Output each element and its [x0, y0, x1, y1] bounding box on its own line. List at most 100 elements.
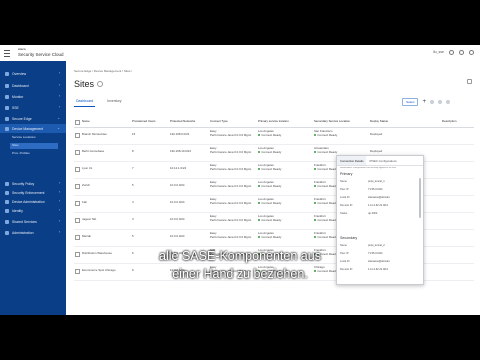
status-badge: Connect Ready — [258, 132, 282, 138]
tab-inventory[interactable]: Inventory — [105, 97, 123, 107]
chevron-icon: › — [58, 208, 60, 213]
status-text: Connect Ready — [317, 200, 338, 205]
refresh-icon[interactable] — [438, 100, 442, 104]
menu-icon[interactable] — [4, 50, 10, 57]
status-badge: Connect Ready — [258, 183, 282, 189]
column-header[interactable]: Name — [82, 115, 132, 127]
edge-icon — [5, 116, 9, 121]
help-panel-icon[interactable] — [467, 79, 472, 84]
protected-networks: 10.12.1.0/24 — [170, 166, 187, 170]
status-text: Connect Ready — [261, 200, 282, 205]
sidebar-item[interactable]: Overview › — [0, 69, 66, 78]
primary-location: Los Angeles Connect Ready — [258, 196, 314, 212]
breadcrumb[interactable]: Secure Edge / Device Management / Sites … — [74, 69, 132, 73]
column-header[interactable]: Secondary Service Location — [314, 115, 370, 127]
services-icon — [5, 219, 9, 224]
description — [442, 196, 474, 212]
top-bar-actions: Ilu_sse — [433, 50, 474, 55]
column-header[interactable]: Connect Type — [210, 115, 258, 127]
sidebar-item[interactable]: Identity › — [0, 206, 66, 215]
status-text: Connect Ready — [261, 183, 282, 188]
primary-location: Los Angeles Connect Ready — [258, 162, 314, 178]
sidebar-item-label: Dashboard — [12, 83, 29, 88]
sidebar-item[interactable]: SSE › — [0, 103, 66, 112]
sidebar-item-label: Monitor — [12, 94, 24, 99]
status-badge: Connect Ready — [314, 184, 337, 189]
site-name[interactable]: Marrak — [82, 230, 132, 246]
row-checkbox[interactable] — [74, 162, 82, 178]
device-icon — [5, 126, 9, 131]
row-checkbox[interactable] — [74, 213, 82, 229]
top-bar: cisco Security Service Cloud Ilu_sse — [0, 45, 480, 62]
detail-row: Peer IP 71.56.0.0/24 — [340, 188, 416, 191]
sidebar-subitem[interactable]: Prov. Profiles — [12, 151, 58, 157]
detail-key: Status — [340, 212, 348, 215]
sidebar-subitem[interactable]: Sites — [10, 143, 58, 149]
chevron-icon: › — [58, 94, 60, 99]
column-header[interactable]: Primary service location — [258, 115, 314, 127]
settings-icon[interactable] — [446, 100, 450, 104]
column-header[interactable]: Deploy Status — [370, 115, 442, 127]
description — [442, 230, 474, 246]
edit-icon[interactable] — [430, 100, 434, 104]
detail-key: Remote ID — [340, 204, 353, 207]
tab-dashboard[interactable]: Dashboard — [74, 97, 96, 107]
user-name[interactable]: Ilu_sse — [433, 50, 444, 55]
status-text: Connect Ready — [261, 132, 282, 137]
primary-section-title: Primary — [340, 172, 353, 176]
row-checkbox[interactable] — [74, 196, 82, 212]
sidebar-subitem[interactable]: Service Locations — [12, 135, 58, 141]
column-header[interactable]: Protected Networks — [170, 115, 210, 127]
admin-icon — [5, 199, 9, 204]
sidebar-item[interactable]: Security Enforcement › — [0, 188, 66, 197]
add-icon[interactable]: + — [422, 99, 426, 105]
table-row[interactable]: Branch Montevideo 15 192.168.0.0/24 Easy Per… — [74, 128, 474, 145]
tab-ipsec-configurations[interactable]: IPSEC Configurations — [366, 156, 399, 165]
sidebar-item[interactable]: Monitor › — [0, 92, 66, 101]
select-all-checkbox[interactable] — [74, 115, 82, 127]
row-checkbox[interactable] — [74, 128, 82, 144]
sidebar-item[interactable]: Secure Edge ⌄ — [0, 114, 66, 123]
primary-location: Los Angeles Connect Ready — [258, 179, 314, 195]
select-button[interactable]: Select — [402, 98, 419, 106]
site-name[interactable]: Jaguar Tab — [82, 213, 132, 229]
protected-networks: 192.168.10.0/24 — [170, 149, 191, 153]
popover-scrollbar[interactable] — [419, 178, 421, 218]
status-text: Connect Ready — [261, 149, 282, 154]
sidebar-item[interactable]: Device Management ⌄ — [0, 124, 66, 133]
site-name[interactable]: Berlin Homebase — [82, 145, 132, 161]
sidebar-item[interactable]: Shared Services › — [0, 217, 66, 226]
status-badge: Connect Ready — [314, 200, 338, 206]
status-text: Connect Ready — [261, 234, 282, 239]
row-checkbox[interactable] — [74, 145, 82, 161]
row-checkbox[interactable] — [74, 230, 82, 246]
protected-networks: 10.0.0.0/24 — [170, 183, 185, 187]
favorite-icon[interactable] — [97, 81, 103, 87]
apps-icon[interactable] — [469, 50, 474, 55]
site-name[interactable]: Lyon Int — [82, 162, 132, 178]
sidebar-item[interactable]: Administration › — [0, 228, 66, 237]
column-header[interactable]: Provisioned Users — [132, 115, 170, 127]
connect-type-detail: Performance Java 0.0.0.0 Mgmt — [210, 183, 252, 188]
protected-networks: 10.0.0.0/24 — [170, 234, 185, 238]
status-text: Connect Ready — [317, 132, 338, 137]
description — [442, 128, 474, 144]
site-name[interactable]: Branch Montevideo — [82, 128, 132, 144]
primary-location: Los Angeles Connect Ready — [258, 213, 314, 229]
help-icon[interactable] — [459, 50, 464, 55]
site-name[interactable]: Fab — [82, 196, 132, 212]
brand-logo-text: cisco — [18, 47, 26, 51]
column-header[interactable]: Description — [442, 115, 474, 127]
sidebar-item[interactable]: Dashboard › — [0, 81, 66, 90]
sidebar-item[interactable]: Device Administration › — [0, 197, 66, 206]
chevron-icon: › — [58, 230, 60, 235]
site-name[interactable]: Zurich — [82, 179, 132, 195]
tab-connection-details[interactable]: Connection Details — [337, 156, 367, 165]
sidebar-item[interactable]: Security Policy › — [0, 179, 66, 188]
chevron-icon: › — [58, 83, 60, 88]
connect-type: Easy Performance Java 0.0.0.0 Mgmt — [210, 128, 258, 144]
notifications-icon[interactable] — [449, 50, 454, 55]
dashboard-icon — [5, 83, 9, 88]
detail-value: 71.56.0.0/24 — [368, 188, 383, 191]
row-checkbox[interactable] — [74, 179, 82, 195]
